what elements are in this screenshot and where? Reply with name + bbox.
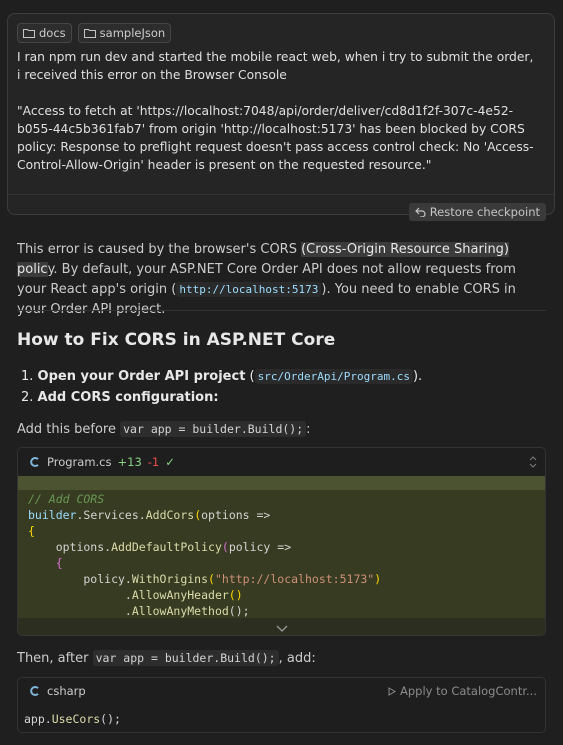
code-token: app. [24,712,52,726]
inline-code-origin: http://localhost:5173 [176,282,322,297]
list-number: 2. [21,390,34,405]
chevron-down-icon[interactable] [276,625,288,633]
undo-icon [414,207,426,217]
code-token: (); [100,712,121,726]
section-heading: How to Fix CORS in ASP.NET Core [17,330,336,350]
chip-label: sampleJson [99,26,166,40]
diff-strip [18,476,545,490]
csharp-file-icon [30,457,39,467]
csharp-file-icon [30,686,39,696]
user-message-card: docs sampleJson I ran npm run dev and st… [7,13,555,221]
inline-code-path: src/OrderApi/Program.cs [254,369,413,384]
chip-label: docs [39,26,66,40]
inline-code: var app = builder.Build(); [120,421,307,437]
code-block-header[interactable]: Program.cs +13 -1 ✓ [18,448,545,476]
divider [8,194,554,195]
instruction-text: Then, after [17,651,93,666]
answer-intro: This error is caused by the browser's CO… [17,240,547,320]
user-message-text: I ran npm run dev and started the mobile… [17,48,537,192]
steps-list: 1. Open your Order API project (src/Orde… [21,366,422,408]
folder-icon [83,29,96,38]
code-token: UseCors [51,712,101,726]
code-filename: Program.cs [47,455,112,469]
section-divider [17,310,546,311]
context-chips: docs sampleJson [17,23,172,43]
instruction-text: : [306,422,311,437]
restore-label: Restore checkpoint [429,205,540,219]
code-block-program-cs: Program.cs +13 -1 ✓ // Add CORS builder.… [17,447,546,636]
apply-button[interactable]: Apply to CatalogContr... [388,684,537,698]
code-language: csharp [47,684,86,698]
message-paragraph: I ran npm run dev and started the mobile… [17,50,534,82]
list-item: 1. Open your Order API project (src/Orde… [21,366,422,387]
removed-lines-count: -1 [147,455,160,469]
restore-checkpoint-button[interactable]: Restore checkpoint [408,203,546,221]
code-block-csharp: csharp Apply to CatalogContr... app.UseC… [17,677,546,733]
context-chip-docs[interactable]: docs [17,23,72,43]
step-title: Add CORS configuration: [37,390,219,405]
code-diff-body: // Add CORS builder.Services.AddCors(opt… [18,476,545,635]
instruction-text: , add: [278,651,316,666]
error-quote: "Access to fetch at 'https://localhost:7… [17,104,534,172]
instruction-before: Add this before var app = builder.Build(… [17,418,311,441]
step-title: Open your Order API project [37,369,246,384]
code-text: // Add CORS builder.Services.AddCors(opt… [28,492,382,634]
added-lines-count: +13 [117,455,142,469]
expand-collapse-icon[interactable] [529,456,537,468]
check-icon: ✓ [165,455,175,469]
apply-label: Apply to CatalogContr... [400,684,537,698]
code-block-header: csharp [29,684,86,698]
instruction-text: Add this before [17,422,121,437]
code-text: app.UseCors(); [24,712,121,726]
play-icon [388,686,396,696]
step-text: ). [412,369,423,384]
context-chip-samplejson[interactable]: sampleJson [77,23,172,43]
step-text: ( [245,369,255,384]
intro-text: This error is caused by the browser's CO… [17,242,302,257]
list-item: 2. Add CORS configuration: [21,387,422,408]
instruction-after: Then, after var app = builder.Build();, … [17,647,316,670]
inline-code: var app = builder.Build(); [92,650,279,666]
folder-icon [23,29,35,38]
list-number: 1. [21,369,34,384]
